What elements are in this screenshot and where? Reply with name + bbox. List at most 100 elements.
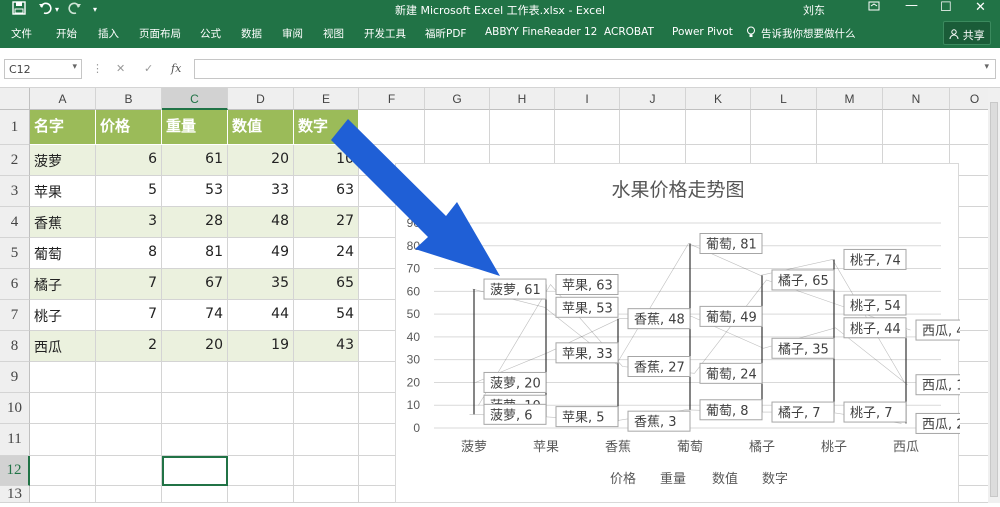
column-header-g[interactable]: G — [425, 88, 490, 110]
tab-acrobat[interactable]: ACROBAT — [604, 26, 654, 38]
cell[interactable] — [30, 424, 96, 456]
tab-view[interactable]: 视图 — [323, 26, 344, 41]
row-header-9[interactable]: 9 — [0, 362, 30, 393]
select-all-corner[interactable] — [0, 88, 30, 110]
table-header-cell[interactable]: 重量 — [162, 110, 228, 145]
cell[interactable] — [294, 486, 359, 503]
tab-formulas[interactable]: 公式 — [200, 26, 221, 41]
cell[interactable] — [30, 393, 96, 424]
table-cell[interactable]: 54 — [294, 300, 359, 331]
row-header-5[interactable]: 5 — [0, 238, 30, 269]
table-cell[interactable]: 81 — [162, 238, 228, 269]
table-header-cell[interactable]: 价格 — [96, 110, 162, 145]
row-header-1[interactable]: 1 — [0, 110, 30, 145]
ribbon-display-icon[interactable] — [868, 0, 880, 16]
table-cell[interactable]: 27 — [294, 207, 359, 238]
cell[interactable] — [228, 456, 294, 486]
cell[interactable] — [228, 486, 294, 503]
table-cell[interactable]: 35 — [228, 269, 294, 300]
table-cell[interactable]: 61 — [162, 145, 228, 176]
table-header-cell[interactable]: 名字 — [30, 110, 96, 145]
selected-cell[interactable] — [162, 456, 228, 486]
cell[interactable] — [96, 486, 162, 503]
column-header-m[interactable]: M — [817, 88, 883, 110]
cell[interactable] — [96, 362, 162, 393]
tab-developer[interactable]: 开发工具 — [364, 26, 406, 41]
cell[interactable] — [490, 110, 555, 145]
tab-abbyy[interactable]: ABBYY FineReader 12 — [485, 26, 597, 38]
cell[interactable] — [30, 456, 96, 486]
cell[interactable] — [96, 424, 162, 456]
cell[interactable] — [883, 110, 950, 145]
row-header-2[interactable]: 2 — [0, 145, 30, 176]
tab-review[interactable]: 审阅 — [282, 26, 303, 41]
table-cell[interactable]: 橘子 — [30, 269, 96, 300]
table-cell[interactable]: 7 — [96, 269, 162, 300]
column-header-e[interactable]: E — [294, 88, 359, 110]
drag-handle-icon[interactable]: ⋮ — [92, 62, 103, 75]
tab-power-pivot[interactable]: Power Pivot — [672, 26, 733, 38]
cell[interactable] — [162, 486, 228, 503]
table-cell[interactable]: 西瓜 — [30, 331, 96, 362]
cell[interactable] — [294, 424, 359, 456]
cell[interactable] — [620, 110, 686, 145]
column-header-b[interactable]: B — [96, 88, 162, 110]
chart-area[interactable]: 水果价格走势图 0 10 20 30 40 50 60 70 80 90 菠萝 苹果 香蕉 葡萄 橘子 桃子 西瓜… — [395, 163, 979, 503]
column-header-n[interactable]: N — [883, 88, 950, 110]
cell[interactable] — [96, 393, 162, 424]
table-cell[interactable]: 24 — [294, 238, 359, 269]
cell[interactable] — [817, 110, 883, 145]
row-header-11[interactable]: 11 — [0, 424, 30, 456]
cell[interactable] — [30, 486, 96, 503]
cell[interactable] — [294, 456, 359, 486]
cell[interactable] — [751, 110, 817, 145]
table-header-cell[interactable]: 数值 — [228, 110, 294, 145]
column-header-h[interactable]: H — [490, 88, 555, 110]
row-header-7[interactable]: 7 — [0, 300, 30, 331]
table-cell[interactable]: 53 — [162, 176, 228, 207]
row-header-12[interactable]: 12 — [0, 456, 30, 486]
table-cell[interactable]: 19 — [228, 331, 294, 362]
table-cell[interactable]: 3 — [96, 207, 162, 238]
cell[interactable] — [294, 362, 359, 393]
cell[interactable] — [425, 110, 490, 145]
table-cell[interactable]: 48 — [228, 207, 294, 238]
table-cell[interactable]: 5 — [96, 176, 162, 207]
column-header-c[interactable]: C — [162, 88, 228, 110]
table-cell[interactable]: 67 — [162, 269, 228, 300]
tab-foxit-pdf[interactable]: 福昕PDF — [425, 26, 466, 41]
minimize-icon[interactable]: — — [905, 0, 918, 13]
enter-icon[interactable]: ✓ — [144, 62, 153, 75]
cell[interactable] — [555, 110, 620, 145]
column-header-a[interactable]: A — [30, 88, 96, 110]
cell[interactable] — [294, 393, 359, 424]
table-cell[interactable]: 49 — [228, 238, 294, 269]
cell[interactable] — [162, 393, 228, 424]
column-header-k[interactable]: K — [686, 88, 751, 110]
table-cell[interactable]: 63 — [294, 176, 359, 207]
vertical-scrollbar-thumb[interactable] — [990, 102, 998, 497]
cell[interactable] — [359, 110, 425, 145]
column-header-d[interactable]: D — [228, 88, 294, 110]
row-header-4[interactable]: 4 — [0, 207, 30, 238]
row-header-6[interactable]: 6 — [0, 269, 30, 300]
close-icon[interactable]: ✕ — [975, 0, 986, 15]
formula-input[interactable]: ▾ — [194, 59, 996, 79]
cell[interactable] — [228, 393, 294, 424]
name-box[interactable]: C12 ▾ — [4, 59, 82, 79]
table-cell[interactable]: 香蕉 — [30, 207, 96, 238]
row-header-10[interactable]: 10 — [0, 393, 30, 424]
cell[interactable] — [228, 362, 294, 393]
cell[interactable] — [228, 424, 294, 456]
table-cell[interactable]: 2 — [96, 331, 162, 362]
table-cell[interactable]: 33 — [228, 176, 294, 207]
tab-home[interactable]: 开始 — [56, 26, 77, 41]
table-cell[interactable]: 44 — [228, 300, 294, 331]
tab-data[interactable]: 数据 — [241, 26, 262, 41]
cell[interactable] — [686, 110, 751, 145]
share-button[interactable]: 共享 — [943, 21, 991, 45]
table-cell[interactable]: 20 — [228, 145, 294, 176]
table-cell[interactable]: 7 — [96, 300, 162, 331]
name-box-dropdown-icon[interactable]: ▾ — [72, 62, 77, 72]
table-cell[interactable]: 苹果 — [30, 176, 96, 207]
